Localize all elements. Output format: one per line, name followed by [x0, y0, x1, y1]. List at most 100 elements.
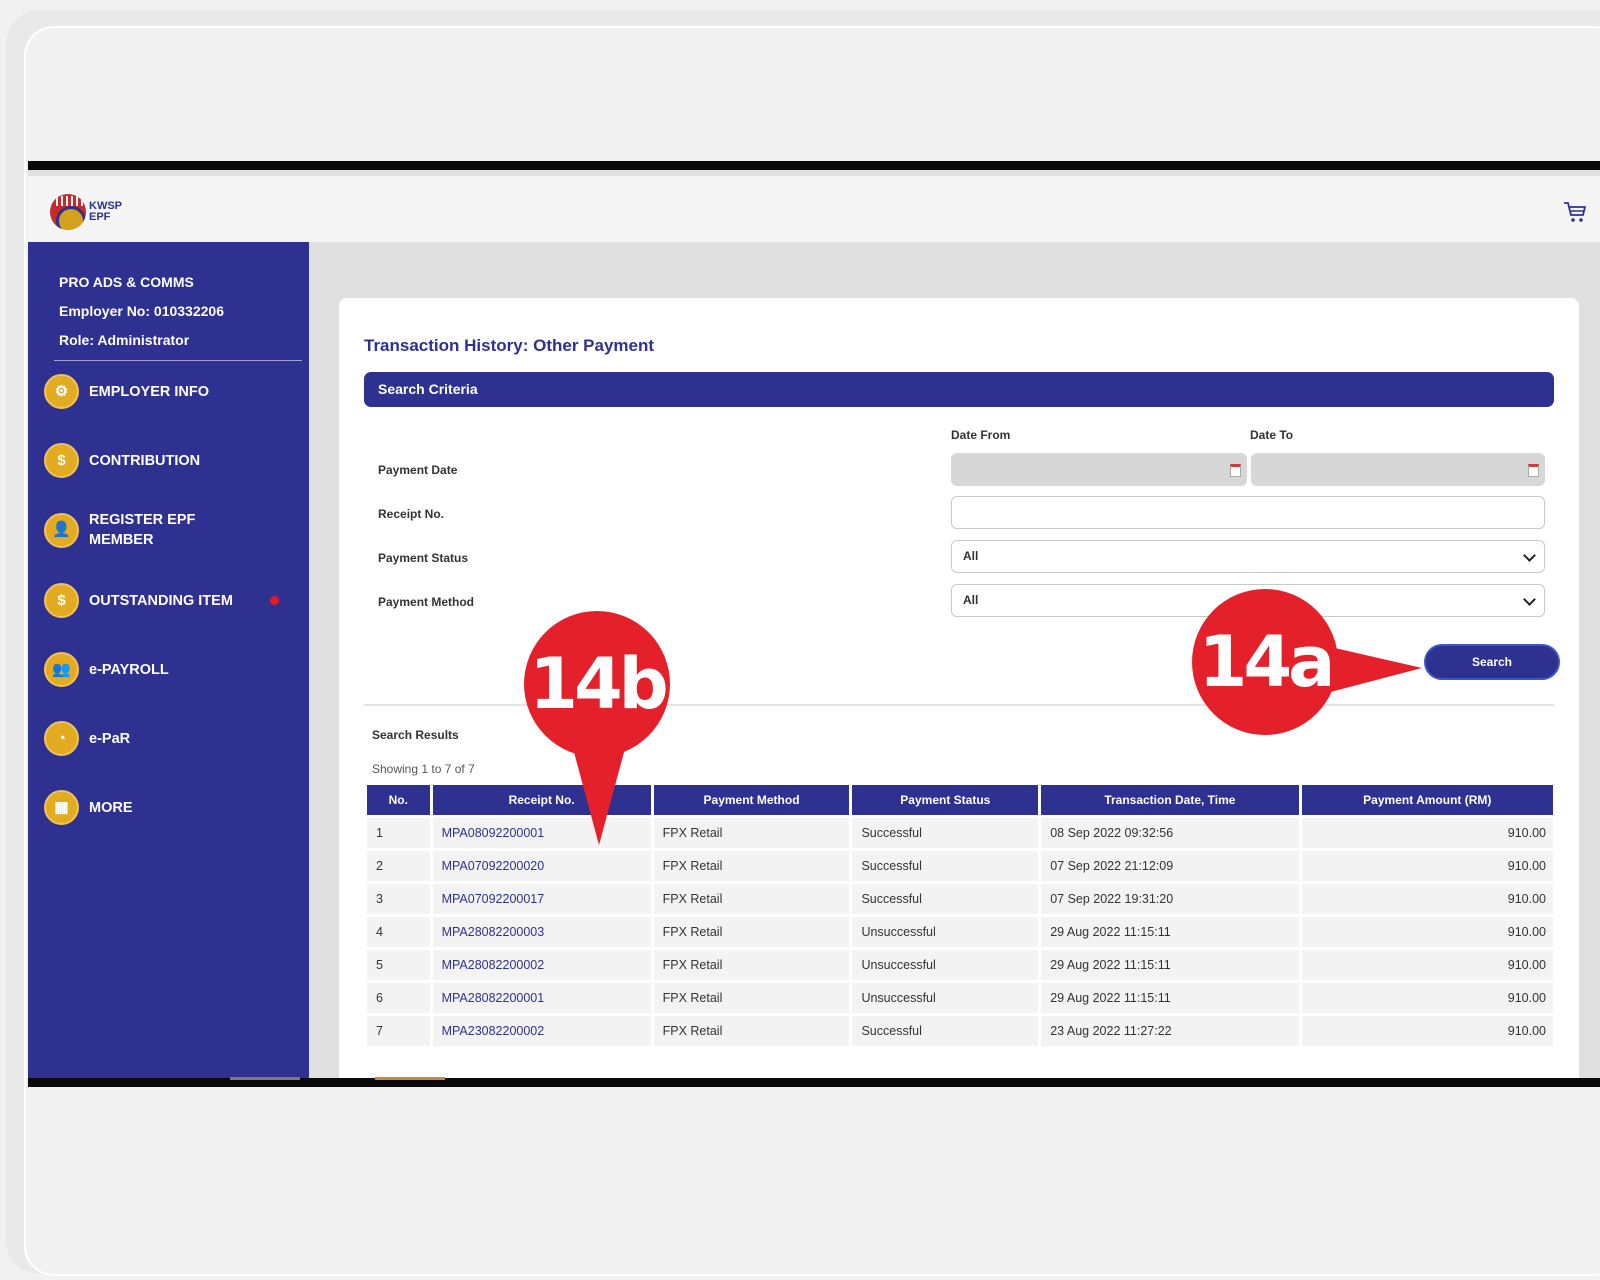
payment-amount-cell: 910.00 [1301, 950, 1553, 980]
dollar-hand-icon: $ [44, 443, 79, 478]
payroll-icon: 👥 [44, 652, 79, 687]
money-bag-icon: $ [44, 583, 79, 618]
search-criteria-header: Search Criteria [364, 372, 1554, 407]
receipt-link[interactable]: MPA07092200017 [432, 884, 651, 914]
transaction-datetime-cell: 29 Aug 2022 11:15:11 [1041, 917, 1299, 947]
kwsp-logo[interactable]: KWSP EPF [50, 194, 122, 230]
grid-icon: ▦ [44, 790, 79, 825]
payment-method-cell: FPX Retail [653, 884, 850, 914]
sidebar-item-label: e-PAYROLL [89, 661, 169, 678]
column-header[interactable]: Payment Amount (RM) [1301, 785, 1553, 815]
date-to-label: Date To [1250, 428, 1294, 442]
receipt-no-input[interactable] [951, 496, 1545, 529]
payment-status-cell: Successful [852, 818, 1039, 848]
payment-status-cell: Successful [852, 1016, 1039, 1046]
row-number: 2 [367, 851, 430, 881]
row-number: 7 [367, 1016, 430, 1046]
column-header[interactable]: Payment Status [852, 785, 1039, 815]
payment-method-cell: FPX Retail [653, 950, 850, 980]
payment-status-cell: Successful [852, 851, 1039, 881]
sidebar-item-label: OUTSTANDING ITEM [89, 592, 233, 609]
payment-method-cell: FPX Retail [653, 818, 850, 848]
payment-method-cell: FPX Retail [653, 917, 850, 947]
table-header-row: No. Receipt No. Payment Method Payment S… [367, 785, 1553, 815]
add-member-icon: 👤 [44, 512, 79, 548]
sidebar-item-label: EMPLOYER INFO [89, 383, 210, 400]
receipt-link[interactable]: MPA23082200002 [432, 1016, 651, 1046]
cart-icon[interactable] [1562, 200, 1588, 224]
pie-chart-icon: ◔ [44, 721, 79, 756]
table-row: 3 MPA07092200017 FPX Retail Successful 0… [367, 884, 1553, 914]
payment-status-cell: Successful [852, 884, 1039, 914]
receipt-link[interactable]: MPA28082200001 [432, 983, 651, 1013]
sidebar-item-contribution[interactable]: $ CONTRIBUTION [44, 443, 200, 478]
search-results-label: Search Results [372, 728, 459, 742]
sidebar-divider [54, 360, 302, 361]
column-header[interactable]: Payment Method [653, 785, 850, 815]
sidebar-item-e-payroll[interactable]: 👥 e-PAYROLL [44, 652, 169, 687]
page-title: Transaction History: Other Payment [364, 336, 655, 355]
sidebar-item-label: REGISTER EPF MEMBER [89, 512, 196, 548]
transaction-datetime-cell: 07 Sep 2022 19:31:20 [1041, 884, 1299, 914]
logo-text: KWSP EPF [89, 200, 122, 223]
payment-method-cell: FPX Retail [653, 1016, 850, 1046]
payment-status-select[interactable]: All [951, 540, 1545, 573]
sidebar-item-e-par[interactable]: ◔ e-PaR [44, 721, 130, 756]
payment-status-cell: Unsuccessful [852, 983, 1039, 1013]
row-number: 3 [367, 884, 430, 914]
app-screen: KWSP EPF PRO ADS & COMMS Employer No: 01… [28, 170, 1600, 1078]
payment-method-value: All [963, 593, 979, 607]
payment-amount-cell: 910.00 [1301, 917, 1553, 947]
top-bar: KWSP EPF [28, 176, 1600, 242]
calendar-icon[interactable] [1230, 464, 1241, 477]
search-button[interactable]: Search [1424, 644, 1560, 680]
transaction-datetime-cell: 23 Aug 2022 11:27:22 [1041, 1016, 1299, 1046]
column-header[interactable]: Transaction Date, Time [1041, 785, 1299, 815]
payment-amount-cell: 910.00 [1301, 884, 1553, 914]
kwsp-emblem-icon [50, 194, 86, 230]
sidebar-item-more[interactable]: ▦ MORE [44, 790, 133, 825]
row-number: 5 [367, 950, 430, 980]
row-number: 6 [367, 983, 430, 1013]
taskbar-accent [230, 1077, 300, 1080]
transaction-datetime-cell: 08 Sep 2022 09:32:56 [1041, 818, 1299, 848]
payment-status-value: All [963, 549, 979, 563]
sidebar-item-register-epf-member[interactable]: 👤 REGISTER EPF MEMBER [44, 510, 199, 550]
date-to-input[interactable] [1251, 453, 1545, 486]
sidebar-item-label: e-PaR [89, 730, 131, 747]
receipt-link[interactable]: MPA28082200003 [432, 917, 651, 947]
sidebar-item-outstanding-item[interactable]: $ OUTSTANDING ITEM [44, 583, 279, 618]
payment-status-cell: Unsuccessful [852, 917, 1039, 947]
transaction-datetime-cell: 29 Aug 2022 11:15:11 [1041, 950, 1299, 980]
results-count: Showing 1 to 7 of 7 [372, 762, 475, 776]
sidebar-item-label: CONTRIBUTION [89, 452, 201, 469]
table-row: 4 MPA28082200003 FPX Retail Unsuccessful… [367, 917, 1553, 947]
callout-14b: 14b [524, 611, 670, 757]
row-number: 1 [367, 818, 430, 848]
results-table: No. Receipt No. Payment Method Payment S… [364, 782, 1556, 1049]
date-from-input[interactable] [951, 453, 1247, 486]
payment-amount-cell: 910.00 [1301, 1016, 1553, 1046]
payment-status-cell: Unsuccessful [852, 950, 1039, 980]
notification-dot [269, 596, 279, 605]
gear-icon: ⚙ [44, 374, 79, 409]
column-header[interactable]: No. [367, 785, 430, 815]
sidebar: PRO ADS & COMMS Employer No: 010332206 R… [28, 242, 309, 1078]
employer-info: PRO ADS & COMMS Employer No: 010332206 R… [59, 268, 224, 355]
table-row: 2 MPA07092200020 FPX Retail Successful 0… [367, 851, 1553, 881]
user-role: Role: Administrator [59, 332, 190, 348]
callout-14a: 14a [1192, 589, 1338, 735]
chevron-down-icon [1523, 549, 1536, 562]
table-row: 1 MPA08092200001 FPX Retail Successful 0… [367, 818, 1553, 848]
employer-number: Employer No: 010332206 [59, 303, 224, 319]
sidebar-item-label: MORE [89, 799, 133, 816]
payment-amount-cell: 910.00 [1301, 818, 1553, 848]
calendar-icon[interactable] [1528, 464, 1539, 477]
chevron-down-icon [1523, 593, 1536, 606]
sidebar-item-employer-info[interactable]: ⚙ EMPLOYER INFO [44, 374, 209, 409]
table-row: 6 MPA28082200001 FPX Retail Unsuccessful… [367, 983, 1553, 1013]
payment-status-label: Payment Status [378, 551, 469, 565]
receipt-link[interactable]: MPA07092200020 [432, 851, 651, 881]
row-number: 4 [367, 917, 430, 947]
receipt-link[interactable]: MPA28082200002 [432, 950, 651, 980]
